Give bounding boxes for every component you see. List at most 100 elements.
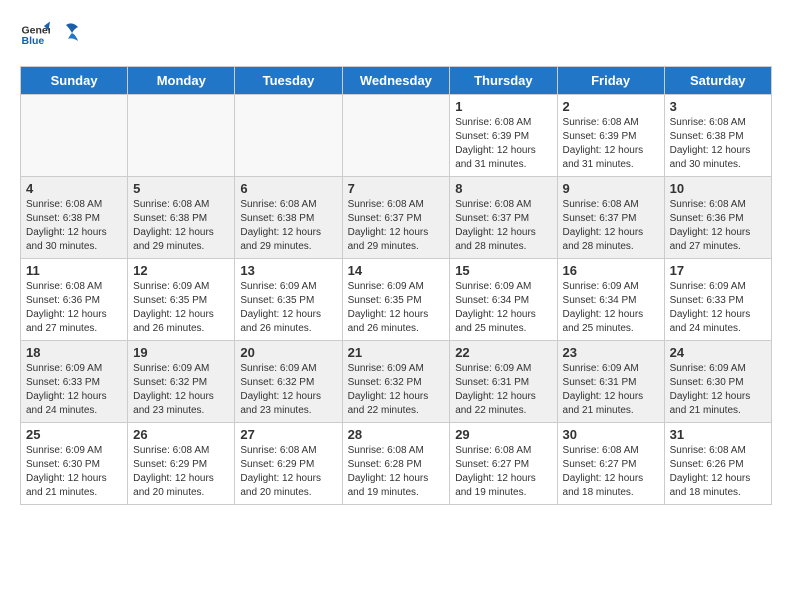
- weekday-header-friday: Friday: [557, 67, 664, 95]
- day-number: 25: [26, 427, 122, 442]
- day-number: 14: [348, 263, 445, 278]
- day-number: 3: [670, 99, 766, 114]
- calendar-cell: 19 Sunrise: 6:09 AMSunset: 6:32 PMDayligh…: [128, 341, 235, 423]
- day-number: 2: [563, 99, 659, 114]
- day-number: 30: [563, 427, 659, 442]
- calendar-cell: 7 Sunrise: 6:08 AMSunset: 6:37 PMDaylight…: [342, 177, 450, 259]
- day-number: 19: [133, 345, 229, 360]
- day-number: 20: [240, 345, 336, 360]
- day-number: 12: [133, 263, 229, 278]
- calendar-cell: 16 Sunrise: 6:09 AMSunset: 6:34 PMDayligh…: [557, 259, 664, 341]
- cell-info: Sunrise: 6:08 AMSunset: 6:38 PMDaylight:…: [670, 116, 766, 172]
- cell-info: Sunrise: 6:09 AMSunset: 6:34 PMDaylight:…: [455, 280, 551, 336]
- cell-info: Sunrise: 6:08 AMSunset: 6:27 PMDaylight:…: [455, 444, 551, 500]
- weekday-header-thursday: Thursday: [450, 67, 557, 95]
- calendar-cell: 28 Sunrise: 6:08 AMSunset: 6:28 PMDayligh…: [342, 423, 450, 505]
- day-number: 9: [563, 181, 659, 196]
- calendar-cell: 20 Sunrise: 6:09 AMSunset: 6:32 PMDayligh…: [235, 341, 342, 423]
- cell-info: Sunrise: 6:09 AMSunset: 6:32 PMDaylight:…: [133, 362, 229, 418]
- calendar-cell: 14 Sunrise: 6:09 AMSunset: 6:35 PMDayligh…: [342, 259, 450, 341]
- calendar-cell: 12 Sunrise: 6:09 AMSunset: 6:35 PMDayligh…: [128, 259, 235, 341]
- day-number: 15: [455, 263, 551, 278]
- calendar-cell: 2Sunrise: 6:08 AMSunset: 6:39 PMDaylight…: [557, 95, 664, 177]
- calendar-cell: 9Sunrise: 6:08 AMSunset: 6:37 PMDaylight…: [557, 177, 664, 259]
- calendar-cell: 18Sunrise: 6:09 AMSunset: 6:33 PMDayligh…: [21, 341, 128, 423]
- cell-info: Sunrise: 6:09 AMSunset: 6:30 PMDaylight:…: [670, 362, 766, 418]
- weekday-header-sunday: Sunday: [21, 67, 128, 95]
- calendar-cell: 1Sunrise: 6:08 AMSunset: 6:39 PMDaylight…: [450, 95, 557, 177]
- cell-info: Sunrise: 6:08 AMSunset: 6:38 PMDaylight:…: [240, 198, 336, 254]
- calendar-cell: 11Sunrise: 6:08 AMSunset: 6:36 PMDayligh…: [21, 259, 128, 341]
- cell-info: Sunrise: 6:09 AMSunset: 6:34 PMDaylight:…: [563, 280, 659, 336]
- cell-info: Sunrise: 6:08 AMSunset: 6:28 PMDaylight:…: [348, 444, 445, 500]
- day-number: 10: [670, 181, 766, 196]
- day-number: 1: [455, 99, 551, 114]
- day-number: 27: [240, 427, 336, 442]
- calendar-cell: 13 Sunrise: 6:09 AMSunset: 6:35 PMDayligh…: [235, 259, 342, 341]
- day-number: 23: [563, 345, 659, 360]
- day-number: 16: [563, 263, 659, 278]
- day-number: 26: [133, 427, 229, 442]
- calendar-week-2: 4 Sunrise: 6:08 AMSunset: 6:38 PMDaylight…: [21, 177, 772, 259]
- cell-info: Sunrise: 6:09 AMSunset: 6:35 PMDaylight:…: [133, 280, 229, 336]
- logo: General Blue: [20, 20, 80, 50]
- calendar-cell: 26 Sunrise: 6:08 AMSunset: 6:29 PMDayligh…: [128, 423, 235, 505]
- calendar-cell: [21, 95, 128, 177]
- weekday-header-monday: Monday: [128, 67, 235, 95]
- calendar-cell: [128, 95, 235, 177]
- day-number: 17: [670, 263, 766, 278]
- calendar-cell: 17 Sunrise: 6:09 AMSunset: 6:33 PMDayligh…: [664, 259, 771, 341]
- cell-info: Sunrise: 6:08 AMSunset: 6:38 PMDaylight:…: [133, 198, 229, 254]
- calendar-cell: 3 Sunrise: 6:08 AMSunset: 6:38 PMDaylight…: [664, 95, 771, 177]
- cell-info: Sunrise: 6:09 AMSunset: 6:35 PMDaylight:…: [240, 280, 336, 336]
- calendar-cell: 5 Sunrise: 6:08 AMSunset: 6:38 PMDaylight…: [128, 177, 235, 259]
- day-number: 24: [670, 345, 766, 360]
- calendar-cell: 8 Sunrise: 6:08 AMSunset: 6:37 PMDaylight…: [450, 177, 557, 259]
- calendar-cell: [235, 95, 342, 177]
- calendar-cell: 27 Sunrise: 6:08 AMSunset: 6:29 PMDayligh…: [235, 423, 342, 505]
- cell-info: Sunrise: 6:08 AMSunset: 6:37 PMDaylight:…: [348, 198, 445, 254]
- cell-info: Sunrise: 6:08 AMSunset: 6:36 PMDaylight:…: [26, 280, 122, 336]
- calendar-week-3: 11Sunrise: 6:08 AMSunset: 6:36 PMDayligh…: [21, 259, 772, 341]
- day-number: 28: [348, 427, 445, 442]
- cell-info: Sunrise: 6:08 AMSunset: 6:26 PMDaylight:…: [670, 444, 766, 500]
- calendar-cell: 15 Sunrise: 6:09 AMSunset: 6:34 PMDayligh…: [450, 259, 557, 341]
- weekday-header-saturday: Saturday: [664, 67, 771, 95]
- calendar-week-4: 18Sunrise: 6:09 AMSunset: 6:33 PMDayligh…: [21, 341, 772, 423]
- weekday-header-row: SundayMondayTuesdayWednesdayThursdayFrid…: [21, 67, 772, 95]
- calendar-table: SundayMondayTuesdayWednesdayThursdayFrid…: [20, 66, 772, 505]
- day-number: 5: [133, 181, 229, 196]
- cell-info: Sunrise: 6:09 AMSunset: 6:35 PMDaylight:…: [348, 280, 445, 336]
- weekday-header-wednesday: Wednesday: [342, 67, 450, 95]
- day-number: 18: [26, 345, 122, 360]
- cell-info: Sunrise: 6:09 AMSunset: 6:31 PMDaylight:…: [563, 362, 659, 418]
- day-number: 4: [26, 181, 122, 196]
- calendar-cell: 6Sunrise: 6:08 AMSunset: 6:38 PMDaylight…: [235, 177, 342, 259]
- cell-info: Sunrise: 6:08 AMSunset: 6:29 PMDaylight:…: [240, 444, 336, 500]
- calendar-cell: 21Sunrise: 6:09 AMSunset: 6:32 PMDayligh…: [342, 341, 450, 423]
- weekday-header-tuesday: Tuesday: [235, 67, 342, 95]
- cell-info: Sunrise: 6:08 AMSunset: 6:27 PMDaylight:…: [563, 444, 659, 500]
- calendar-cell: 4 Sunrise: 6:08 AMSunset: 6:38 PMDaylight…: [21, 177, 128, 259]
- cell-info: Sunrise: 6:08 AMSunset: 6:29 PMDaylight:…: [133, 444, 229, 500]
- calendar-cell: 24 Sunrise: 6:09 AMSunset: 6:30 PMDayligh…: [664, 341, 771, 423]
- calendar-cell: 29 Sunrise: 6:08 AMSunset: 6:27 PMDayligh…: [450, 423, 557, 505]
- cell-info: Sunrise: 6:09 AMSunset: 6:30 PMDaylight:…: [26, 444, 122, 500]
- cell-info: Sunrise: 6:08 AMSunset: 6:37 PMDaylight:…: [455, 198, 551, 254]
- cell-info: Sunrise: 6:09 AMSunset: 6:32 PMDaylight:…: [348, 362, 445, 418]
- calendar-cell: [342, 95, 450, 177]
- cell-info: Sunrise: 6:09 AMSunset: 6:33 PMDaylight:…: [670, 280, 766, 336]
- cell-info: Sunrise: 6:08 AMSunset: 6:38 PMDaylight:…: [26, 198, 122, 254]
- day-number: 8: [455, 181, 551, 196]
- day-number: 7: [348, 181, 445, 196]
- cell-info: Sunrise: 6:09 AMSunset: 6:32 PMDaylight:…: [240, 362, 336, 418]
- day-number: 13: [240, 263, 336, 278]
- svg-text:Blue: Blue: [22, 35, 45, 47]
- calendar-cell: 23 Sunrise: 6:09 AMSunset: 6:31 PMDayligh…: [557, 341, 664, 423]
- day-number: 29: [455, 427, 551, 442]
- calendar-cell: 25 Sunrise: 6:09 AMSunset: 6:30 PMDayligh…: [21, 423, 128, 505]
- day-number: 22: [455, 345, 551, 360]
- calendar-body: 1Sunrise: 6:08 AMSunset: 6:39 PMDaylight…: [21, 95, 772, 505]
- calendar-week-1: 1Sunrise: 6:08 AMSunset: 6:39 PMDaylight…: [21, 95, 772, 177]
- calendar-cell: 31Sunrise: 6:08 AMSunset: 6:26 PMDayligh…: [664, 423, 771, 505]
